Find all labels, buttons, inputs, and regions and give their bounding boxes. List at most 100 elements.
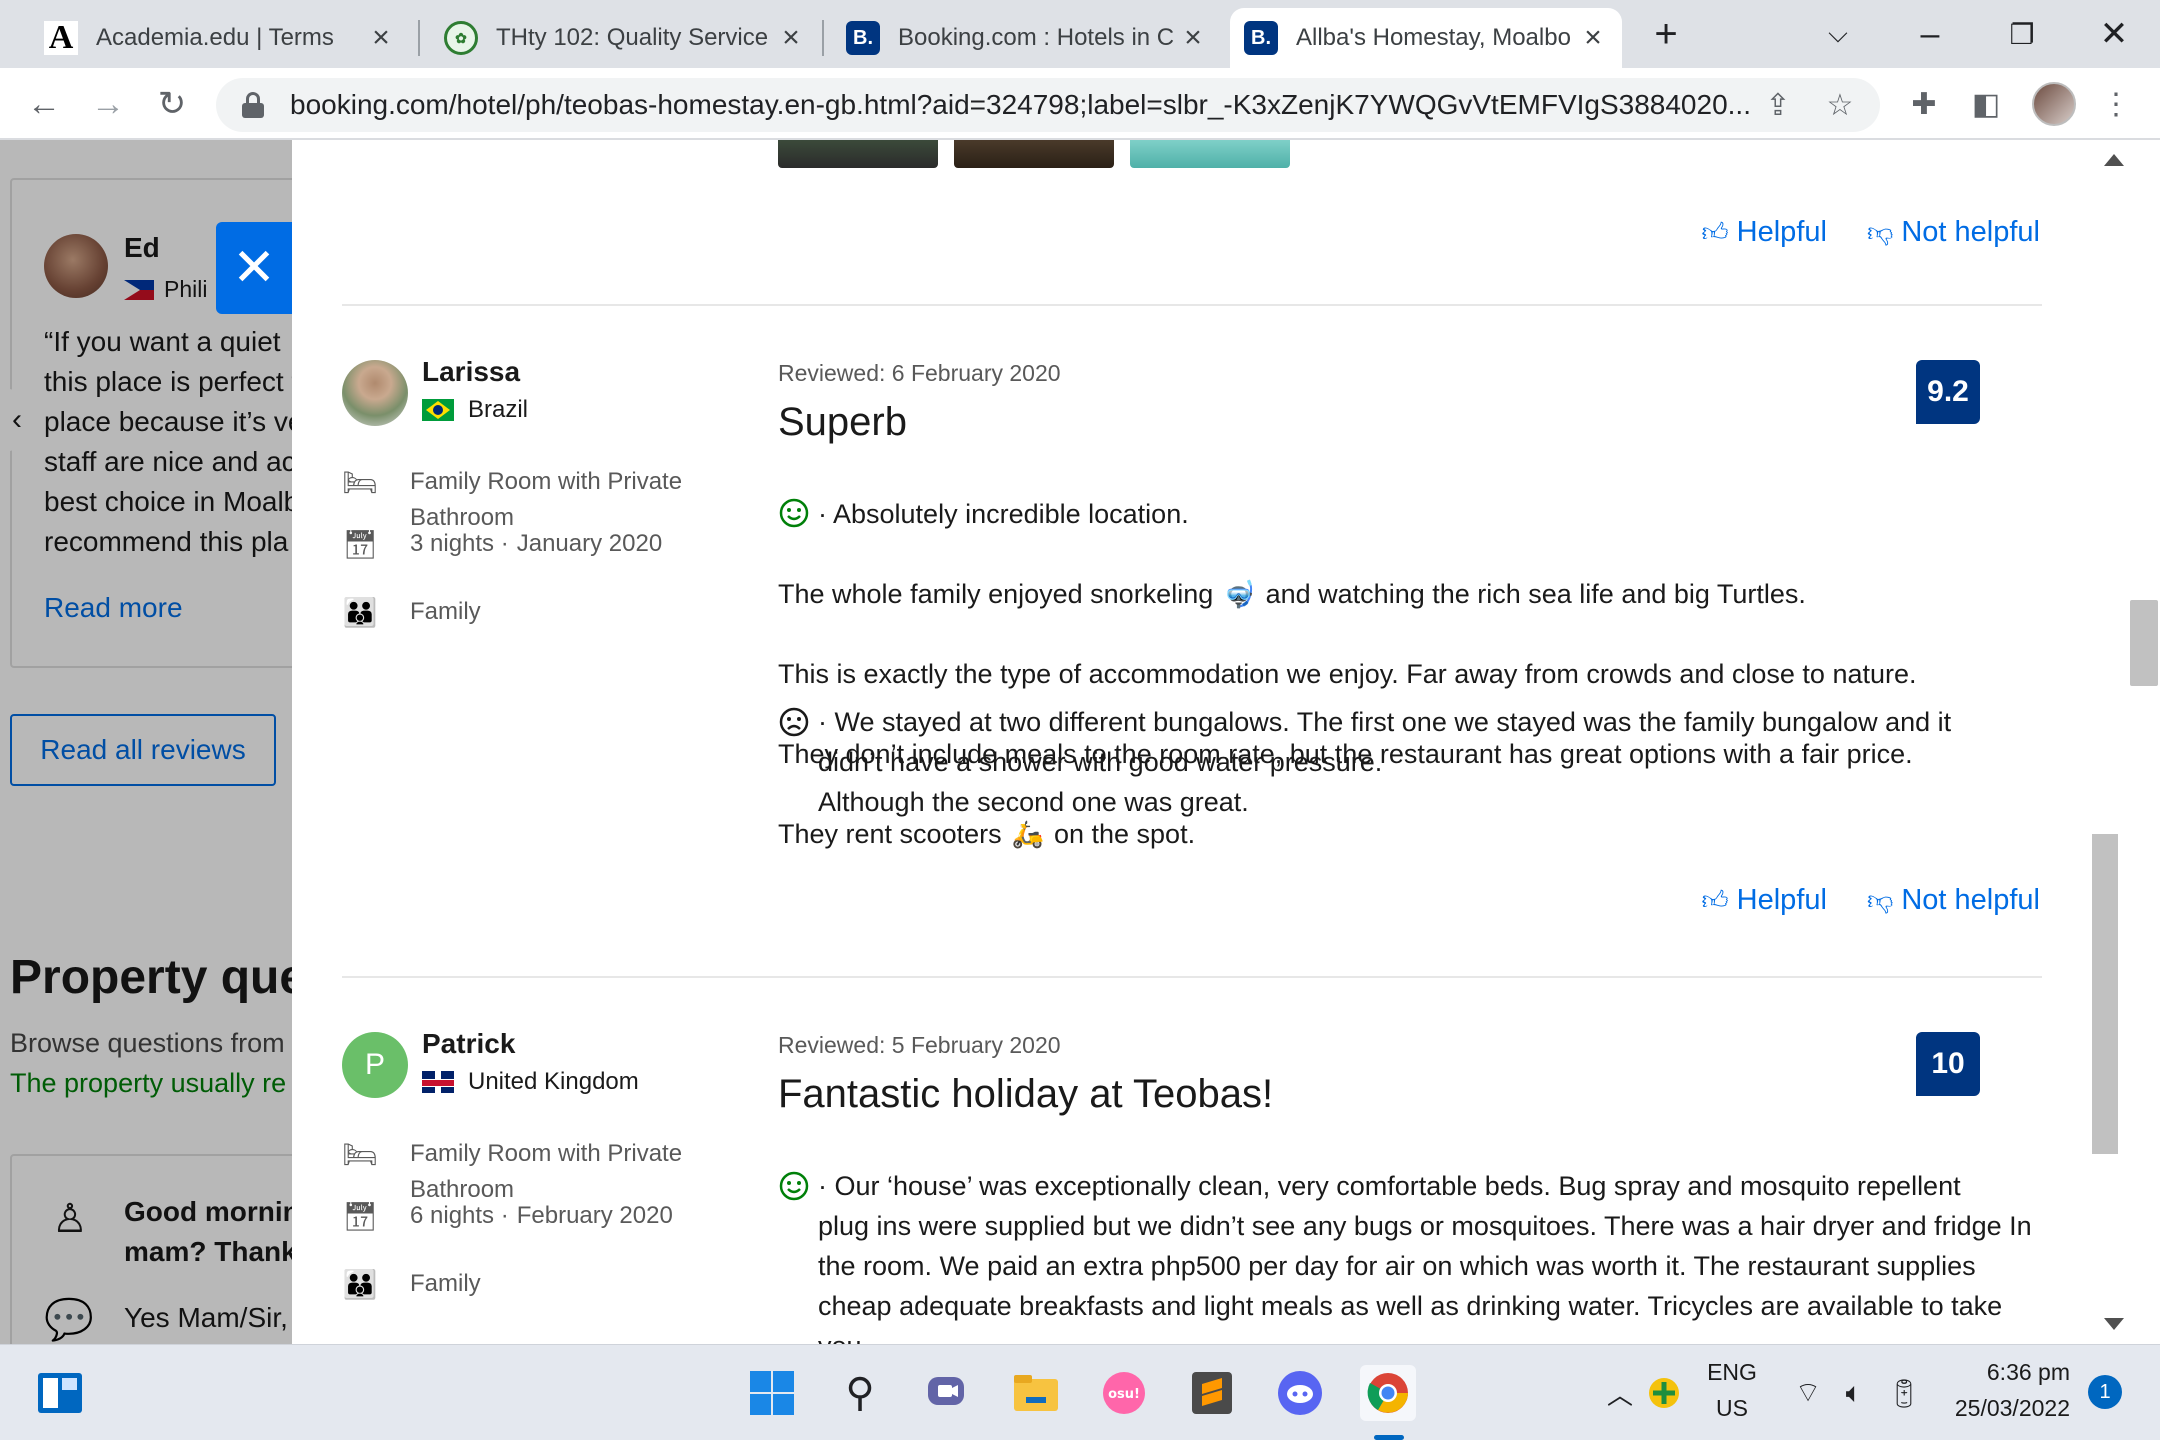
review-score-badge: 10 [1916, 1032, 1980, 1096]
volume-icon[interactable]: 🔈︎ [1826, 1365, 1882, 1421]
chrome-icon[interactable] [1360, 1365, 1416, 1421]
helpful-button[interactable]: 👍︎ Helpful [1702, 884, 1827, 917]
widgets-icon[interactable] [32, 1365, 88, 1421]
positive-line: · Our ‘house’ was exceptionally clean, v… [818, 1171, 2032, 1344]
tab-title: Allba's Homestay, Moalbo [1296, 24, 1571, 51]
file-explorer-icon[interactable] [1008, 1365, 1064, 1421]
thumbs-up-icon: 👍︎ [1701, 885, 1729, 915]
close-icon: ✕ [232, 239, 276, 297]
stay-date-label: February 2020 [516, 1202, 673, 1229]
tab-close-icon[interactable]: × [776, 21, 806, 55]
windows-taskbar: ⚲ osu! ︿ ENG US ⌔ 🔈︎ 🔋︎ 6:36 pm 25/03/20… [0, 1344, 2160, 1440]
uk-flag-icon [422, 1071, 454, 1093]
extensions-puzzle-icon[interactable]: ✚ [1904, 84, 1944, 124]
traveller-type-label: Family [410, 1270, 481, 1297]
close-reviews-panel-button[interactable]: ✕ [216, 222, 292, 314]
lock-icon[interactable] [242, 92, 264, 118]
country-label: United Kingdom [468, 1068, 639, 1095]
profile-avatar[interactable] [2032, 82, 2076, 126]
thumbs-down-icon: 👎︎ [1866, 217, 1894, 247]
search-icon[interactable]: ⚲ [832, 1365, 888, 1421]
reviewer-avatar [342, 360, 408, 426]
address-bar[interactable]: booking.com/hotel/ph/teobas-homestay.en-… [216, 78, 1880, 132]
review-photo-strip [778, 140, 1290, 168]
scroll-down-arrow-icon[interactable] [2104, 1318, 2124, 1330]
page-scrollbar[interactable] [2090, 140, 2160, 1344]
reviewer-name: Patrick [422, 1028, 516, 1059]
review-photo[interactable] [1130, 140, 1290, 168]
tab-title: Academia.edu | Terms [96, 24, 334, 51]
reviews-panel: 👍︎ Helpful 👎︎ Not helpful Larissa Brazil 🛏… [292, 140, 2090, 1344]
tab-close-icon[interactable]: × [1578, 21, 1608, 55]
input-region[interactable]: US [1700, 1395, 1764, 1422]
notification-badge[interactable]: 1 [2088, 1375, 2122, 1409]
url-text[interactable]: booking.com/hotel/ph/teobas-homestay.en-… [290, 89, 1770, 121]
browser-toolbar: ← → ↻ booking.com/hotel/ph/teobas-homest… [0, 68, 2160, 140]
university-seal-icon: ✿ [444, 21, 478, 55]
tab-search-chevron-icon[interactable]: ⌵ [1808, 8, 1868, 60]
not-helpful-button[interactable]: 👎︎ Not helpful [1867, 216, 2040, 249]
tab-close-icon[interactable]: × [1178, 21, 1208, 55]
review-title: Fantastic holiday at Teobas! [778, 1072, 1274, 1116]
review-date: Reviewed: 6 February 2020 [778, 360, 1061, 386]
sublime-text-icon[interactable] [1184, 1365, 1240, 1421]
reload-icon[interactable]: ↻ [150, 82, 194, 126]
not-helpful-button[interactable]: 👎︎ Not helpful [1867, 884, 2040, 917]
snorkel-emoji-icon: 🤿 [1223, 579, 1256, 609]
tab-close-icon[interactable]: × [366, 21, 396, 55]
country-label: Brazil [468, 396, 529, 423]
reviewer-country: United Kingdom [422, 1068, 639, 1096]
minimize-icon[interactable]: – [1900, 8, 1960, 60]
tab-strip: A Academia.edu | Terms × ✿ THty 102: Qua… [0, 0, 2160, 68]
smile-icon [779, 498, 809, 528]
window-close-icon[interactable]: ✕ [2084, 8, 2144, 60]
scrollbar-thumb[interactable] [2130, 600, 2158, 686]
tray-app-icon[interactable] [1636, 1365, 1692, 1421]
review-photo[interactable] [954, 140, 1114, 168]
negative-line: · We stayed at two different bungalows. … [818, 707, 1952, 817]
new-tab-icon[interactable]: + [1636, 8, 1696, 60]
osu-app-icon[interactable]: osu! [1096, 1365, 1152, 1421]
review-positive-text: · Our ‘house’ was exceptionally clean, v… [778, 1126, 2038, 1344]
reviewer-avatar: P [342, 1032, 408, 1098]
tab-allbas-homestay[interactable]: B. Allba's Homestay, Moalbo × [1230, 8, 1622, 68]
tab-thty[interactable]: ✿ THty 102: Quality Service × [430, 8, 820, 68]
frown-icon [779, 707, 809, 737]
panel-scrollbar-thumb[interactable] [2092, 834, 2118, 1154]
forward-icon[interactable]: → [86, 82, 130, 126]
positive-line: · Absolutely incredible location. [818, 499, 1189, 529]
review-divider [342, 304, 2042, 306]
calendar-icon: 📅︎ [342, 1200, 378, 1232]
stay-duration: 📅︎ 3 nights · January 2020 [342, 526, 662, 562]
share-icon[interactable]: ⇪ [1760, 87, 1796, 123]
smile-icon [779, 1171, 809, 1201]
traveller-type-label: Family [410, 598, 481, 625]
side-panel-icon[interactable]: ◧ [1966, 84, 2006, 124]
back-icon[interactable]: ← [22, 82, 66, 126]
active-app-indicator [1374, 1435, 1404, 1440]
restore-icon[interactable]: ❐ [1992, 8, 2052, 60]
helpful-button[interactable]: 👍︎ Helpful [1702, 216, 1827, 249]
battery-charging-icon[interactable]: 🔋︎ [1876, 1365, 1932, 1421]
menu-kebab-icon[interactable]: ⋮ [2096, 84, 2136, 124]
stay-duration: 📅︎ 6 nights · February 2020 [342, 1198, 673, 1234]
positive-line: The whole family enjoyed snorkeling [778, 579, 1214, 609]
review-title: Superb [778, 400, 907, 444]
input-language[interactable]: ENG [1700, 1359, 1764, 1386]
academia-icon: A [44, 19, 78, 56]
stay-date-label: January 2020 [516, 530, 663, 557]
scroll-up-arrow-icon[interactable] [2104, 154, 2124, 166]
clock-time[interactable]: 6:36 pm [1930, 1359, 2070, 1386]
review-feedback-row: 👍︎ Helpful 👎︎ Not helpful [1702, 884, 2041, 917]
clock-date[interactable]: 25/03/2022 [1930, 1395, 2070, 1422]
review-photo[interactable] [778, 140, 938, 168]
tab-booking-hotels[interactable]: B. Booking.com : Hotels in C × [832, 8, 1222, 68]
thumbs-up-icon: 👍︎ [1701, 217, 1729, 247]
traveller-type: 👪︎ Family [342, 1266, 481, 1302]
review-feedback-row: 👍︎ Helpful 👎︎ Not helpful [1702, 216, 2041, 249]
bookmark-star-icon[interactable]: ☆ [1822, 87, 1858, 123]
teams-chat-icon[interactable] [918, 1365, 974, 1421]
discord-icon[interactable] [1272, 1365, 1328, 1421]
tab-academia[interactable]: A Academia.edu | Terms × [30, 8, 410, 68]
start-windows-icon[interactable] [744, 1365, 800, 1421]
